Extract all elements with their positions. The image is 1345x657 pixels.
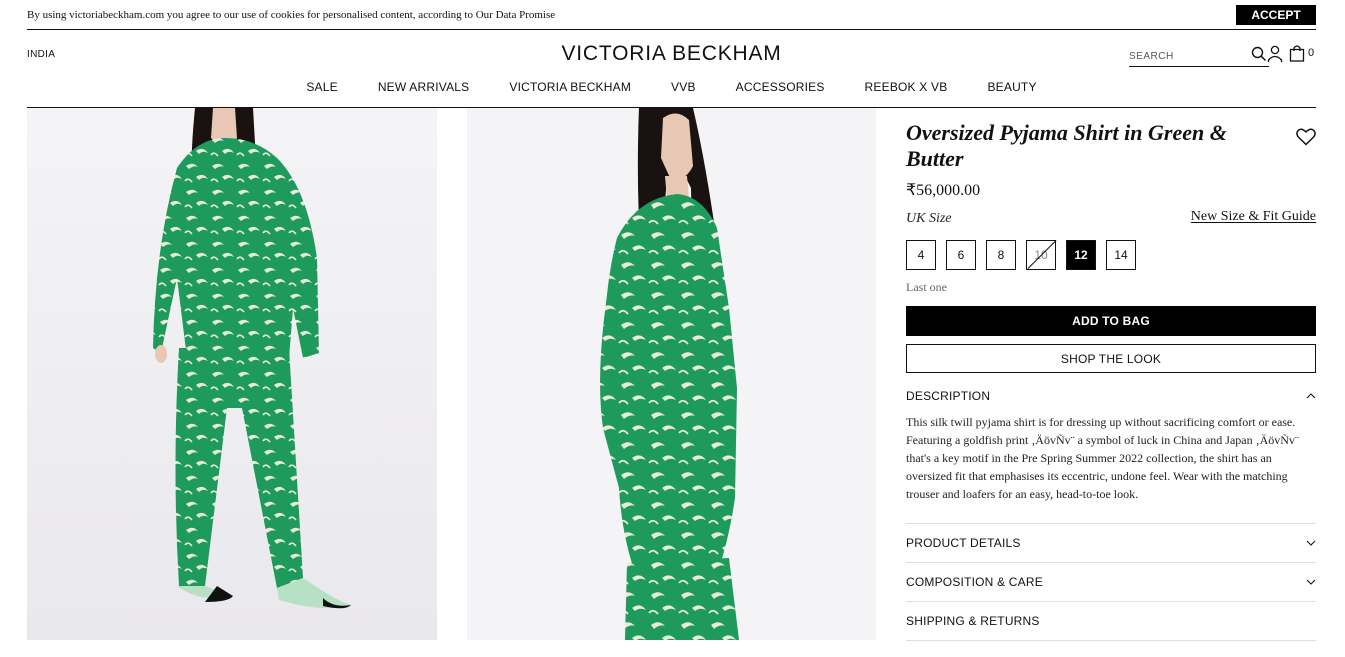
wishlist-heart-icon[interactable] [1296,128,1316,146]
nav-item-new-arrivals[interactable]: NEW ARRIVALS [378,80,470,94]
size-header: UK Size New Size & Fit Guide [906,209,1316,229]
size-fit-guide-link[interactable]: New Size & Fit Guide [1191,209,1316,225]
nav-item-beauty[interactable]: BEAUTY [987,80,1036,94]
product-title: Oversized Pyjama Shirt in Green & Butter [906,120,1227,171]
nav-item-accessories[interactable]: ACCESSORIES [736,80,825,94]
accordion-shipping-title: SHIPPING & RETURNS [906,614,1040,628]
size-option-14[interactable]: 14 [1106,240,1136,270]
nav-item-vvb[interactable]: VVB [671,80,696,94]
cookie-text: By using victoriabeckham.com you agree t… [27,9,556,21]
search-input[interactable] [1129,48,1237,64]
site-header: INDIA VICTORIA BECKHAM 0 SALE NEW ARRIVA… [27,30,1316,108]
accordion-composition-care[interactable]: COMPOSITION & CARE [906,563,1316,602]
product-photo-side [467,108,876,640]
accordion-product-details[interactable]: PRODUCT DETAILS [906,524,1316,563]
nav-item-sale[interactable]: SALE [306,80,338,94]
cookie-banner: By using victoriabeckham.com you agree t… [27,5,1316,30]
product-info-panel: Oversized Pyjama Shirt in Green & Butter… [906,120,1316,641]
brand-logo[interactable]: VICTORIA BECKHAM [27,42,1316,66]
product-image-front[interactable] [27,108,437,640]
chevron-down-icon [1306,579,1316,585]
chevron-up-icon [1306,393,1316,399]
bag-count: 0 [1308,47,1315,59]
chevron-down-icon [1306,540,1316,546]
search-icon[interactable] [1251,46,1267,62]
stock-note: Last one [906,280,947,294]
product-price: ₹56,000.00 [906,182,981,199]
shop-the-look-button[interactable]: SHOP THE LOOK [906,344,1316,373]
search-box [1129,44,1269,67]
main-navigation: SALE NEW ARRIVALS VICTORIA BECKHAM VVB A… [27,80,1316,94]
accordion-composition-title: COMPOSITION & CARE [906,575,1043,589]
size-label: UK Size [906,211,952,226]
size-selector: 4 6 8 10 12 14 [906,240,1316,270]
size-option-8[interactable]: 8 [986,240,1016,270]
shopping-bag-icon[interactable] [1289,44,1305,62]
add-to-bag-button[interactable]: ADD TO BAG [906,306,1316,336]
product-photo-front [27,108,437,640]
accordion-shipping-returns[interactable]: SHIPPING & RETURNS [906,602,1316,641]
product-image-side[interactable] [467,108,876,640]
product-description: This silk twill pyjama shirt is for dres… [906,411,1316,524]
nav-item-victoria-beckham[interactable]: VICTORIA BECKHAM [509,80,631,94]
accordion-product-details-title: PRODUCT DETAILS [906,536,1021,550]
nav-item-reebok-x-vb[interactable]: REEBOK X VB [865,80,948,94]
accordion-description-header[interactable]: DESCRIPTION [906,381,1316,411]
size-option-10-unavailable[interactable]: 10 [1026,240,1056,270]
size-option-6[interactable]: 6 [946,240,976,270]
size-option-12-selected[interactable]: 12 [1066,240,1096,270]
accept-cookies-button[interactable]: ACCEPT [1236,5,1316,25]
size-option-4[interactable]: 4 [906,240,936,270]
accordion-description-title: DESCRIPTION [906,389,991,403]
account-icon[interactable] [1267,45,1283,63]
